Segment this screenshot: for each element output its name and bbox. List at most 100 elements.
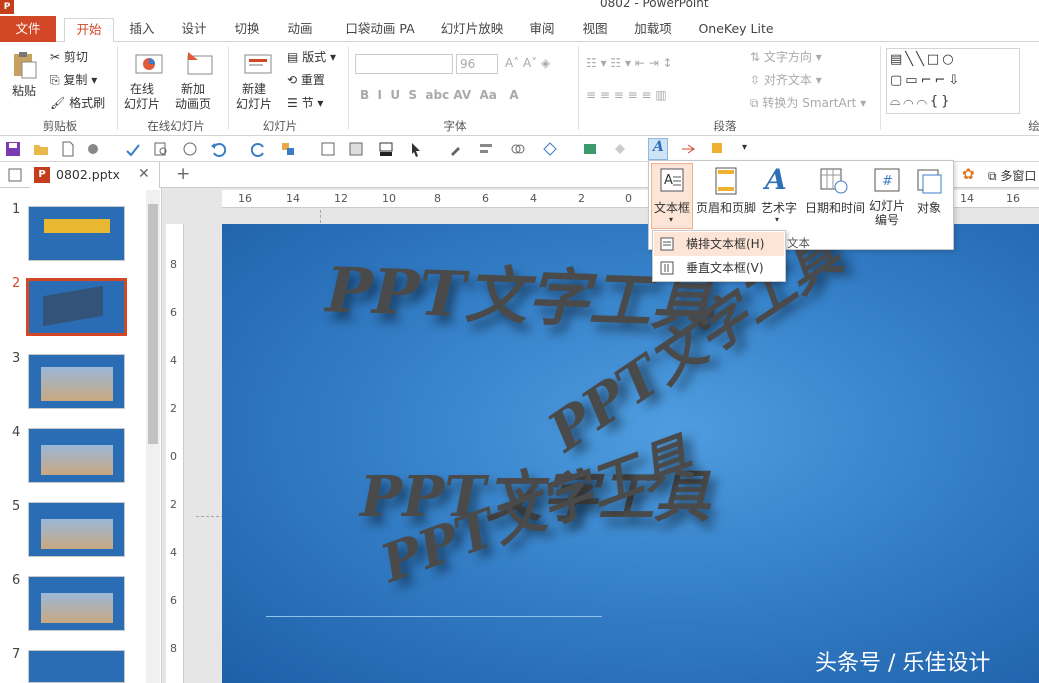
paint-bucket-icon[interactable] bbox=[612, 141, 628, 157]
ruler-mark: 14 bbox=[286, 192, 300, 205]
tab-pocket-animation[interactable]: 口袋动画 PA bbox=[340, 18, 420, 42]
date-time-label[interactable]: 日期和时间 bbox=[803, 199, 867, 216]
textbox-label: 文本框 bbox=[653, 201, 690, 215]
customize-qat-icon[interactable]: ▾ bbox=[742, 142, 747, 153]
thumbnail-scrollbar[interactable] bbox=[146, 190, 160, 683]
section-button[interactable]: ☰ 节 ▾ bbox=[287, 94, 323, 111]
thumbnail-photo bbox=[41, 519, 113, 549]
vertical-textbox-item[interactable]: 垂直文本框(V) bbox=[654, 256, 784, 280]
tab-addins[interactable]: 加载项 bbox=[628, 18, 678, 42]
undo-icon[interactable] bbox=[210, 141, 226, 157]
presenter-icon[interactable] bbox=[182, 141, 198, 157]
slide-thumbnail-3[interactable] bbox=[28, 354, 125, 409]
new-slide-button[interactable]: 新建 幻灯片 bbox=[236, 82, 272, 112]
tab-file[interactable]: 文件 bbox=[0, 16, 56, 42]
select-cursor-icon[interactable] bbox=[408, 141, 424, 157]
align-objects-icon[interactable] bbox=[478, 141, 494, 157]
paste-icon[interactable] bbox=[10, 50, 40, 80]
page-list-icon[interactable] bbox=[8, 168, 22, 182]
document-tab[interactable]: P 0802.pptx ✕ bbox=[30, 162, 160, 188]
spelling-check-icon[interactable] bbox=[125, 141, 141, 157]
reset-label: 重置 bbox=[300, 73, 325, 87]
open-folder-icon[interactable] bbox=[33, 141, 49, 157]
font-name-combobox[interactable] bbox=[355, 54, 453, 74]
ruler-mark: 6 bbox=[170, 594, 177, 607]
smartart-button[interactable]: ⧉ 转换为 SmartArt ▾ bbox=[750, 94, 866, 111]
object-color-icon[interactable] bbox=[710, 141, 726, 157]
slide-thumbnail-7[interactable] bbox=[28, 650, 125, 683]
scrollbar-thumb[interactable] bbox=[148, 204, 158, 444]
slide-layout-icon[interactable] bbox=[582, 141, 598, 157]
format-painter-label: 格式刷 bbox=[69, 96, 106, 110]
layout-button[interactable]: ▤ 版式 ▾ bbox=[287, 48, 336, 65]
copy-button[interactable]: ⎘ 复制 ▾ bbox=[50, 71, 97, 88]
picture-icon[interactable] bbox=[348, 141, 364, 157]
wordart-label[interactable]: 艺术字 bbox=[759, 199, 799, 216]
tab-onekey-lite[interactable]: OneKey Lite bbox=[694, 18, 778, 42]
align-icons[interactable]: ≡ ≡ ≡ ≡ ≡ ▥ bbox=[586, 88, 667, 102]
online-slide-icon[interactable] bbox=[134, 50, 164, 80]
text-direction-button[interactable]: ⇅ 文字方向 ▾ bbox=[750, 48, 822, 65]
new-slide-icon[interactable] bbox=[243, 50, 273, 80]
touch-mode-icon[interactable] bbox=[85, 141, 101, 157]
slide-canvas[interactable]: PPT文字工具 PPT文字工具 PPT文字工具 PPT文字工具 bbox=[222, 224, 1039, 683]
text-direction-label: 文字方向 bbox=[763, 50, 812, 64]
eyedropper-icon[interactable] bbox=[448, 141, 464, 157]
merge-shapes-icon[interactable] bbox=[510, 141, 526, 157]
document-tab-name: 0802.pptx bbox=[56, 167, 120, 182]
screenshot-icon[interactable] bbox=[320, 141, 336, 157]
list-indent-icons[interactable]: ☷ ▾ ☷ ▾ ⇤ ⇥ ↕ bbox=[586, 56, 673, 70]
thumbnail-number: 2 bbox=[12, 276, 21, 291]
paste-button[interactable]: 粘贴 bbox=[12, 82, 36, 99]
redo-icon[interactable] bbox=[251, 141, 267, 157]
close-tab-icon[interactable]: ✕ bbox=[138, 166, 150, 182]
vertical-textbox-label: 垂直文本框(V) bbox=[686, 261, 764, 275]
new-animation-page-button[interactable]: 新加 动画页 bbox=[175, 82, 211, 112]
slide-thumbnail-5[interactable] bbox=[28, 502, 125, 557]
animation-icon[interactable] bbox=[680, 141, 696, 157]
horizontal-textbox-item[interactable]: 横排文本框(H) bbox=[654, 232, 784, 256]
thumbnail-number: 6 bbox=[12, 573, 21, 588]
new-document-icon[interactable] bbox=[60, 141, 76, 157]
slides-group-label: 幻灯片 bbox=[262, 119, 298, 133]
window-title: 0802 - PowerPoint bbox=[600, 0, 709, 10]
font-size-combobox[interactable]: 96 bbox=[456, 54, 498, 74]
format-painter-button[interactable]: 🖌 格式刷 bbox=[50, 94, 105, 111]
online-slide-button[interactable]: 在线 幻灯片 bbox=[124, 82, 160, 112]
header-footer-icon bbox=[715, 167, 737, 195]
tab-animations[interactable]: 动画 bbox=[278, 18, 322, 42]
font-grow-shrink-icon[interactable]: A˄ A˅ ◈ bbox=[505, 56, 550, 70]
tab-view[interactable]: 视图 bbox=[573, 18, 617, 42]
shape-edit-icon[interactable] bbox=[542, 141, 558, 157]
tab-design[interactable]: 设计 bbox=[172, 18, 216, 42]
header-footer-label[interactable]: 页眉和页脚 bbox=[695, 199, 757, 216]
slide-thumbnail-2[interactable] bbox=[26, 278, 127, 336]
tab-home[interactable]: 开始 bbox=[64, 18, 114, 43]
slide-thumbnail-6[interactable] bbox=[28, 576, 125, 631]
tab-review[interactable]: 审阅 bbox=[520, 18, 564, 42]
new-tab-icon[interactable]: + bbox=[176, 164, 190, 184]
arrange-icon[interactable] bbox=[280, 141, 296, 157]
ruler-mark: 6 bbox=[482, 192, 489, 205]
slide-thumbnail-4[interactable] bbox=[28, 428, 125, 483]
slide-thumbnail-1[interactable] bbox=[28, 206, 125, 261]
save-icon[interactable] bbox=[5, 141, 21, 157]
reset-button[interactable]: ⟲ 重置 bbox=[287, 71, 325, 88]
tab-insert[interactable]: 插入 bbox=[120, 18, 164, 42]
wordart-quick-button[interactable]: A bbox=[648, 138, 668, 160]
cut-button[interactable]: ✂ 剪切 bbox=[50, 48, 88, 65]
print-preview-icon[interactable] bbox=[153, 141, 169, 157]
object-label[interactable]: 对象 bbox=[911, 199, 947, 216]
title-bar: P 0802 - PowerPoint bbox=[0, 0, 1039, 16]
font-format-icons[interactable]: B I U S abc AV Aa A bbox=[360, 88, 519, 102]
settings-gear-icon[interactable]: ✿ bbox=[962, 165, 975, 183]
shapes-gallery[interactable]: ▤╲╲□○ ▢▭⌐⌐⇩ ⌓⌒⌒{} bbox=[886, 48, 1020, 114]
multi-window-button[interactable]: ⧉ 多窗口 bbox=[988, 167, 1036, 184]
thumbnail-number: 1 bbox=[12, 202, 21, 217]
align-text-button[interactable]: ⇳ 对齐文本 ▾ bbox=[750, 71, 822, 88]
fill-color-icon[interactable] bbox=[378, 141, 394, 157]
tab-transitions[interactable]: 切换 bbox=[225, 18, 269, 42]
new-animation-page-icon[interactable] bbox=[184, 50, 214, 80]
slide-number-label[interactable]: 幻灯片 编号 bbox=[867, 199, 907, 227]
tab-slideshow[interactable]: 幻灯片放映 bbox=[436, 18, 508, 42]
